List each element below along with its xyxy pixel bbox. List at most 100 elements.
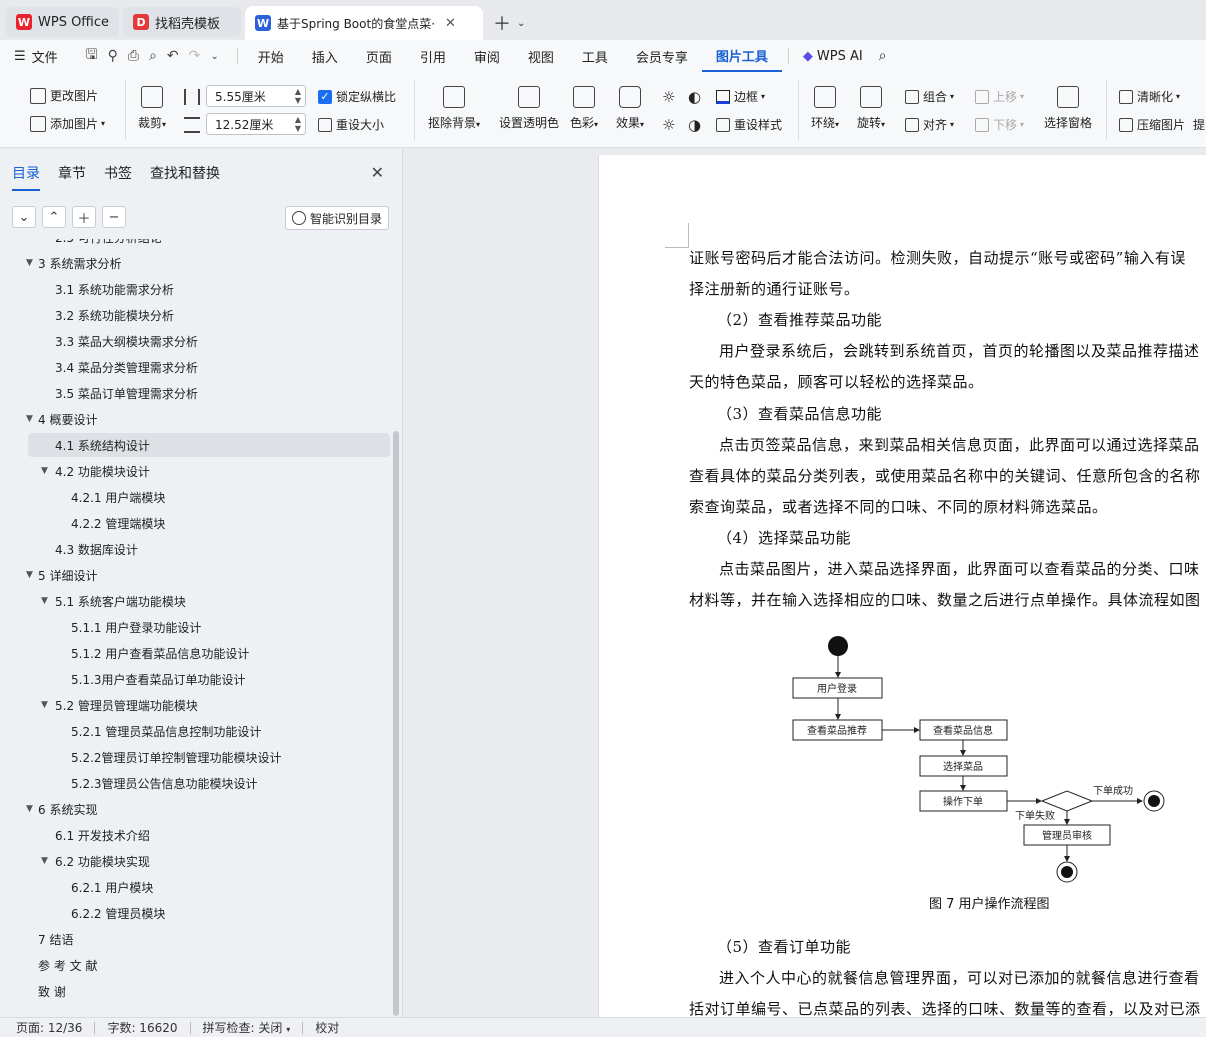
toc-item[interactable]: ▼ 5 详细设计 (0, 563, 392, 587)
toc-item[interactable]: 4.2.2 管理端模块 (0, 511, 392, 535)
menu-start[interactable]: 开始 (244, 40, 298, 72)
menu-picture-tools[interactable]: 图片工具 (701, 40, 782, 72)
toc-item[interactable]: 5.1.2 用户查看菜品信息功能设计 (0, 641, 392, 665)
add-icon[interactable]: ＋ (72, 206, 96, 228)
menu-wps-ai[interactable]: WPS AI (817, 49, 863, 64)
expand-triangle-icon[interactable]: ▼ (26, 804, 33, 814)
smart-toc-button[interactable]: 智能识别目录 (284, 206, 389, 230)
lock-ratio-checkbox[interactable]: ✓ 锁定纵横比 (318, 88, 396, 105)
move-up-button[interactable]: 上移 ▾ (975, 88, 1024, 105)
expand-triangle-icon[interactable]: ▼ (41, 856, 48, 866)
page-indicator[interactable]: 页面: 12/36 (16, 1019, 82, 1036)
spinner-arrows-icon[interactable]: ▲ ▼ (295, 115, 301, 133)
toc-item[interactable]: ▼ 5.2 管理员管理端功能模块 (0, 693, 392, 717)
expand-triangle-icon[interactable]: ▼ (41, 466, 48, 476)
scrollbar[interactable] (393, 431, 399, 1016)
menu-insert[interactable]: 插入 (298, 40, 352, 72)
color-button[interactable]: 色彩▾ (570, 86, 598, 131)
toc-item[interactable]: 6.1 开发技术介绍 (0, 823, 392, 847)
toc-item[interactable]: ▼ 6.2 功能模块实现 (0, 849, 392, 873)
reset-style-button[interactable]: 重设样式 (716, 116, 782, 133)
print-icon[interactable]: ⎙ (128, 48, 139, 64)
toc-item[interactable]: 6.2.2 管理员模块 (0, 901, 392, 925)
expand-triangle-icon[interactable]: ▼ (41, 700, 48, 710)
remove-bg-button[interactable]: 抠除背景▾ (428, 86, 480, 131)
tab-document[interactable]: W 基于Spring Boot的食堂点菜· ✕ (245, 6, 484, 40)
toc-item[interactable]: 4.3 数据库设计 (0, 537, 392, 561)
move-down-button[interactable]: 下移 ▾ (975, 116, 1024, 133)
collapse-up-icon[interactable]: ⌃ (42, 206, 66, 228)
border-button[interactable]: 边框 ▾ (716, 88, 765, 105)
toc-item[interactable]: 7 结语 (0, 927, 392, 951)
set-transparent-button[interactable]: 设置透明色 (499, 86, 559, 131)
toc-item[interactable]: 3.1 系统功能需求分析 (0, 277, 392, 301)
toc-item[interactable]: 5.2.2管理员订单控制管理功能模块设计 (0, 745, 392, 769)
toc-item[interactable]: 3.5 菜品订单管理需求分析 (0, 381, 392, 405)
wps-ai-icon[interactable]: ◆ (803, 49, 813, 64)
save-icon[interactable]: 🖫 (86, 44, 98, 68)
word-count[interactable]: 字数: 16620 (107, 1019, 177, 1036)
toc-item[interactable]: 6.2.1 用户模块 (0, 875, 392, 899)
menu-view[interactable]: 视图 (514, 40, 568, 72)
remove-icon[interactable]: − (102, 206, 126, 228)
menu-review[interactable]: 审阅 (460, 40, 514, 72)
more-icon[interactable]: ⌄ (210, 51, 218, 62)
toc-item[interactable]: 5.2.1 管理员菜品信息控制功能设计 (0, 719, 392, 743)
height-spinner[interactable]: 12.52厘米 ▲ ▼ (206, 113, 306, 135)
contrast-down-icon[interactable]: ◑ (688, 116, 701, 134)
toc-item[interactable]: 致 谢 (0, 979, 392, 1003)
menu-reference[interactable]: 引用 (406, 40, 460, 72)
close-tab-icon[interactable]: ✕ (445, 16, 456, 31)
toc-item[interactable]: 参 考 文 献 (0, 953, 392, 977)
brightness-up-icon[interactable]: ☼ (662, 88, 675, 106)
toc-item[interactable]: ▼ 4.2 功能模块设计 (0, 459, 392, 483)
chevron-down-icon[interactable]: ⌄ (517, 18, 525, 29)
tab-bookmark[interactable]: 书签 (104, 163, 132, 191)
menu-file[interactable]: 文件 (32, 47, 58, 66)
document-page[interactable]: 证账号密码后才能合法访问。检测失败，自动提示“账号或密码”输入有误 择注册新的通行… (598, 155, 1206, 1017)
rotate-button[interactable]: 旋转▾ (857, 86, 885, 131)
change-image-button[interactable]: 更改图片 (30, 87, 98, 104)
tab-chapter[interactable]: 章节 (58, 163, 86, 191)
menu-icon[interactable]: ☰ (14, 49, 26, 64)
print-preview-icon[interactable]: ⌕ (149, 48, 157, 64)
toc-item[interactable]: 4.1 系统结构设计 (28, 433, 390, 457)
width-spinner[interactable]: 5.55厘米 ▲ ▼ (206, 85, 306, 107)
toc-item[interactable]: 3.2 系统功能模块分析 (0, 303, 392, 327)
selection-pane-button[interactable]: 选择窗格 (1044, 86, 1092, 131)
toc-item[interactable]: 3.3 菜品大纲模块需求分析 (0, 329, 392, 353)
compress-button[interactable]: 压缩图片提 (1119, 116, 1205, 133)
add-image-button[interactable]: 添加图片 ▾ (30, 115, 105, 132)
tab-docer[interactable]: D 找稻壳模板 (123, 7, 242, 37)
search-icon[interactable]: ⌕ (879, 48, 887, 64)
brightness-down-icon[interactable]: ☼ (662, 116, 675, 134)
proofread-button[interactable]: 校对 (315, 1019, 339, 1036)
expand-triangle-icon[interactable]: ▼ (26, 570, 33, 580)
toc-item[interactable]: ▼ 5.1 系统客户端功能模块 (0, 589, 392, 613)
flowchart[interactable]: 用户登录 查看菜品推荐 查看菜品信息 选择菜品 操作下单 下单成功 下单失败 管… (599, 625, 1206, 895)
expand-triangle-icon[interactable]: ▼ (26, 414, 33, 424)
toc-item[interactable]: 4.2.1 用户端模块 (0, 485, 392, 509)
redo-icon[interactable]: ↷ (189, 48, 201, 64)
toc-item[interactable]: 5.1.1 用户登录功能设计 (0, 615, 392, 639)
wrap-button[interactable]: 环绕▾ (811, 86, 839, 131)
toc-item[interactable]: ▼ 6 系统实现 (0, 797, 392, 821)
spinner-arrows-icon[interactable]: ▲ ▼ (295, 87, 301, 105)
align-button[interactable]: 对齐 ▾ (905, 116, 954, 133)
expand-triangle-icon[interactable]: ▼ (41, 596, 48, 606)
menu-page[interactable]: 页面 (352, 40, 406, 72)
undo-icon[interactable]: ↶ (167, 48, 179, 64)
link-icon[interactable]: ⚲ (108, 48, 118, 64)
more-cut-label[interactable]: 提 (1193, 116, 1205, 133)
menu-member[interactable]: 会员专享 (622, 40, 702, 72)
group-button[interactable]: 组合 ▾ (905, 88, 954, 105)
contrast-up-icon[interactable]: ◐ (688, 88, 701, 106)
spell-check-status[interactable]: 拼写检查: 关闭 ▾ (203, 1019, 291, 1036)
expand-triangle-icon[interactable]: ▼ (26, 258, 33, 268)
collapse-down-icon[interactable]: ⌄ (12, 206, 36, 228)
toc-item[interactable]: ▼ 4 概要设计 (0, 407, 392, 431)
toc-item[interactable]: 3.4 菜品分类管理需求分析 (0, 355, 392, 379)
sharpen-button[interactable]: 清晰化 ▾ (1119, 88, 1180, 105)
menu-tools[interactable]: 工具 (568, 40, 622, 72)
crop-button[interactable]: 裁剪▾ (138, 86, 166, 131)
